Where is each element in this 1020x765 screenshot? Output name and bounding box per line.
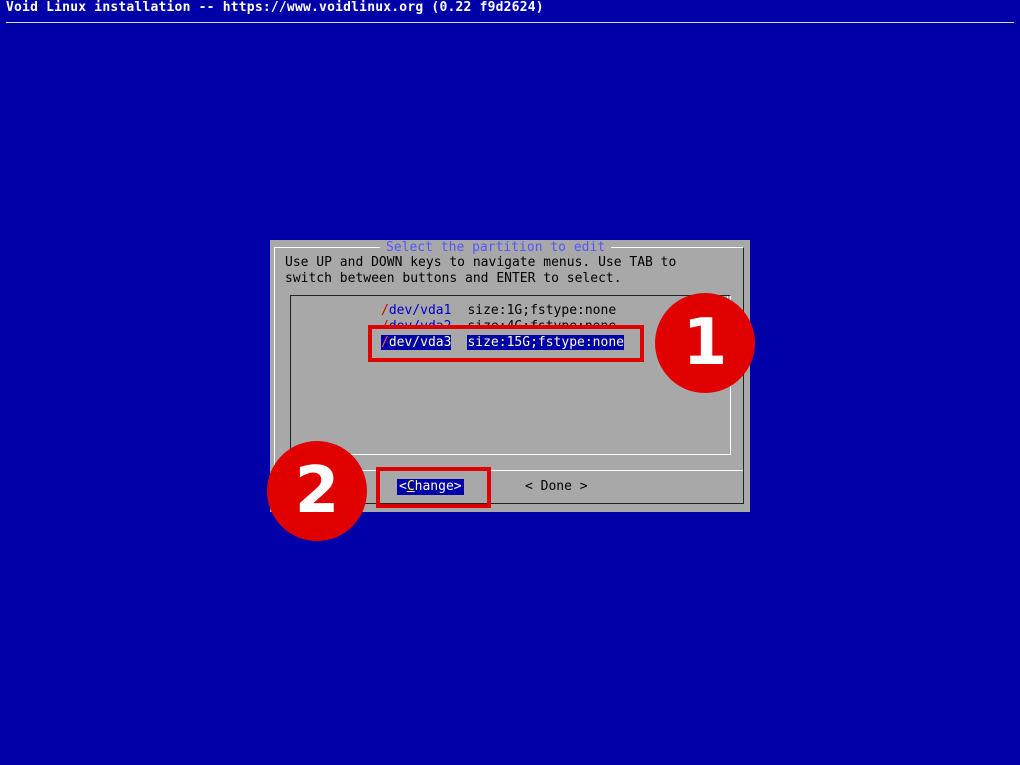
instructions-line-1: Use UP and DOWN keys to navigate menus. …	[285, 255, 677, 270]
highlight-change-button	[376, 467, 491, 508]
partition-description: size:1G;fstype:none	[467, 303, 617, 318]
partition-row-vda1[interactable]: /dev/vda1 size:1G;fstype:none	[381, 303, 616, 319]
step-1-badge: 1	[655, 293, 755, 393]
title-divider	[6, 22, 1014, 23]
step-2-badge: 2	[267, 441, 367, 541]
partition-device: /dev/vda1	[381, 303, 452, 318]
dialog-title: Select the partition to edit	[380, 240, 612, 255]
highlight-selected-partition	[368, 325, 644, 362]
instructions-line-2: switch between buttons and ENTER to sele…	[285, 271, 622, 286]
dialog-instructions: Use UP and DOWN keys to navigate menus. …	[285, 255, 676, 287]
installer-title: Void Linux installation -- https://www.v…	[6, 0, 544, 15]
done-button[interactable]: < Done >	[525, 479, 588, 495]
